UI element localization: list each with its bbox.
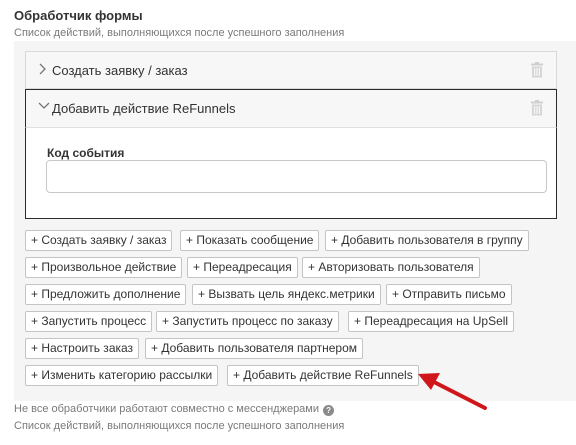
event-code-input[interactable]: [46, 160, 547, 193]
add-custom-action-button[interactable]: + Произвольное действие: [25, 257, 183, 278]
note-text: Не все обработчики работают совместно с …: [14, 403, 320, 415]
action-settings: Код события: [25, 127, 557, 219]
add-partner-user-button[interactable]: + Добавить пользователя партнером: [145, 338, 364, 359]
add-upsell-redirect-button[interactable]: + Переадресация на UpSell: [348, 311, 515, 332]
add-refunnels-action-button[interactable]: + Добавить действие ReFunnels: [227, 365, 419, 386]
add-send-email-button[interactable]: + Отправить письмо: [386, 284, 512, 305]
add-change-mailing-category-button[interactable]: + Изменить категорию рассылки: [25, 365, 219, 386]
add-authorize-user-button[interactable]: + Авторизовать пользователя: [302, 257, 480, 278]
add-configure-order-button[interactable]: + Настроить заказ: [25, 338, 140, 359]
add-show-message-button[interactable]: + Показать сообщение: [180, 230, 320, 251]
action-row-label: Создать заявку / заказ: [52, 63, 188, 78]
add-offer-addon-button[interactable]: + Предложить дополнение: [25, 284, 187, 305]
add-create-order-button[interactable]: + Создать заявку / заказ: [25, 230, 173, 251]
footer-subtitle: Список действий, выполняющихся после усп…: [14, 420, 345, 432]
event-code-label: Код события: [47, 146, 125, 160]
section-subtitle: Список действий, выполняющихся после усп…: [14, 27, 345, 39]
chevron-right-icon[interactable]: [38, 63, 46, 75]
messenger-compat-note: Не все обработчики работают совместно с …: [14, 403, 335, 416]
add-redirect-button[interactable]: + Переадресация: [187, 257, 298, 278]
chevron-down-icon[interactable]: [38, 101, 50, 111]
add-run-order-process-button[interactable]: + Запустить процесс по заказу: [156, 311, 339, 332]
help-icon[interactable]: ?: [323, 405, 335, 416]
trash-icon[interactable]: [530, 62, 544, 81]
add-run-process-button[interactable]: + Запустить процесс: [25, 311, 153, 332]
action-row-label: Добавить действие ReFunnels: [52, 101, 236, 116]
add-user-to-group-button[interactable]: + Добавить пользователя в группу: [325, 230, 529, 251]
add-metrika-goal-button[interactable]: + Вызвать цель яндекс.метрики: [192, 284, 381, 305]
action-row-create-order[interactable]: Создать заявку / заказ: [25, 51, 557, 89]
action-row-refunnels[interactable]: Добавить действие ReFunnels: [25, 89, 557, 127]
trash-icon[interactable]: [530, 100, 544, 119]
section-title: Обработчик формы: [14, 8, 143, 23]
